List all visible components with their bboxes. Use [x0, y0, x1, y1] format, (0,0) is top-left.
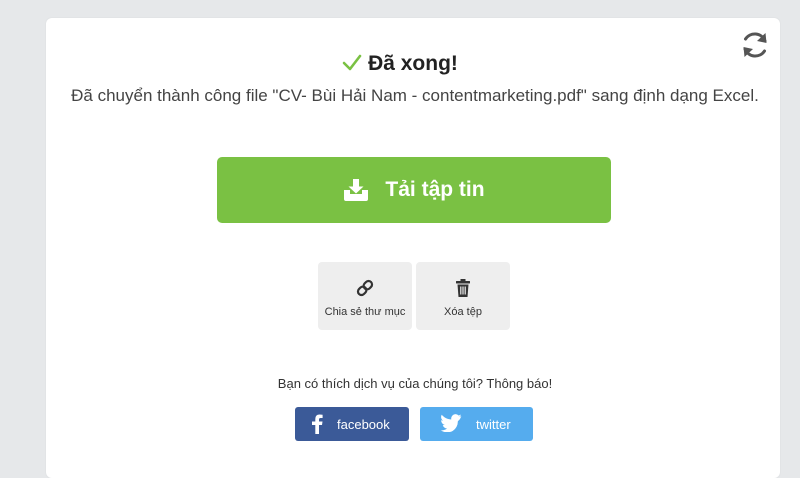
facebook-label: facebook [337, 416, 390, 432]
result-message: Đã chuyển thành công file "CV- Bùi Hải N… [71, 86, 759, 105]
feedback-question: Bạn có thích dịch vụ của chúng tôi? Thôn… [277, 376, 553, 391]
facebook-icon [311, 414, 323, 434]
result-title: Đã xong! [368, 52, 458, 75]
share-folder-label: Chia sẻ thư mục [324, 306, 406, 318]
twitter-share-button[interactable]: twitter [420, 407, 533, 441]
check-icon [342, 52, 362, 80]
facebook-share-button[interactable]: facebook [295, 407, 409, 441]
delete-file-button[interactable]: Xóa tệp [416, 262, 510, 330]
result-heading: Đã xong! [0, 50, 800, 80]
download-icon [343, 178, 369, 202]
link-icon [355, 278, 375, 298]
download-button[interactable]: Tải tập tin [217, 157, 611, 223]
twitter-label: twitter [476, 416, 511, 432]
delete-file-label: Xóa tệp [444, 306, 482, 318]
trash-icon [453, 278, 473, 298]
share-folder-button[interactable]: Chia sẻ thư mục [318, 262, 412, 330]
twitter-icon [440, 414, 462, 434]
download-label: Tải tập tin [385, 178, 485, 201]
